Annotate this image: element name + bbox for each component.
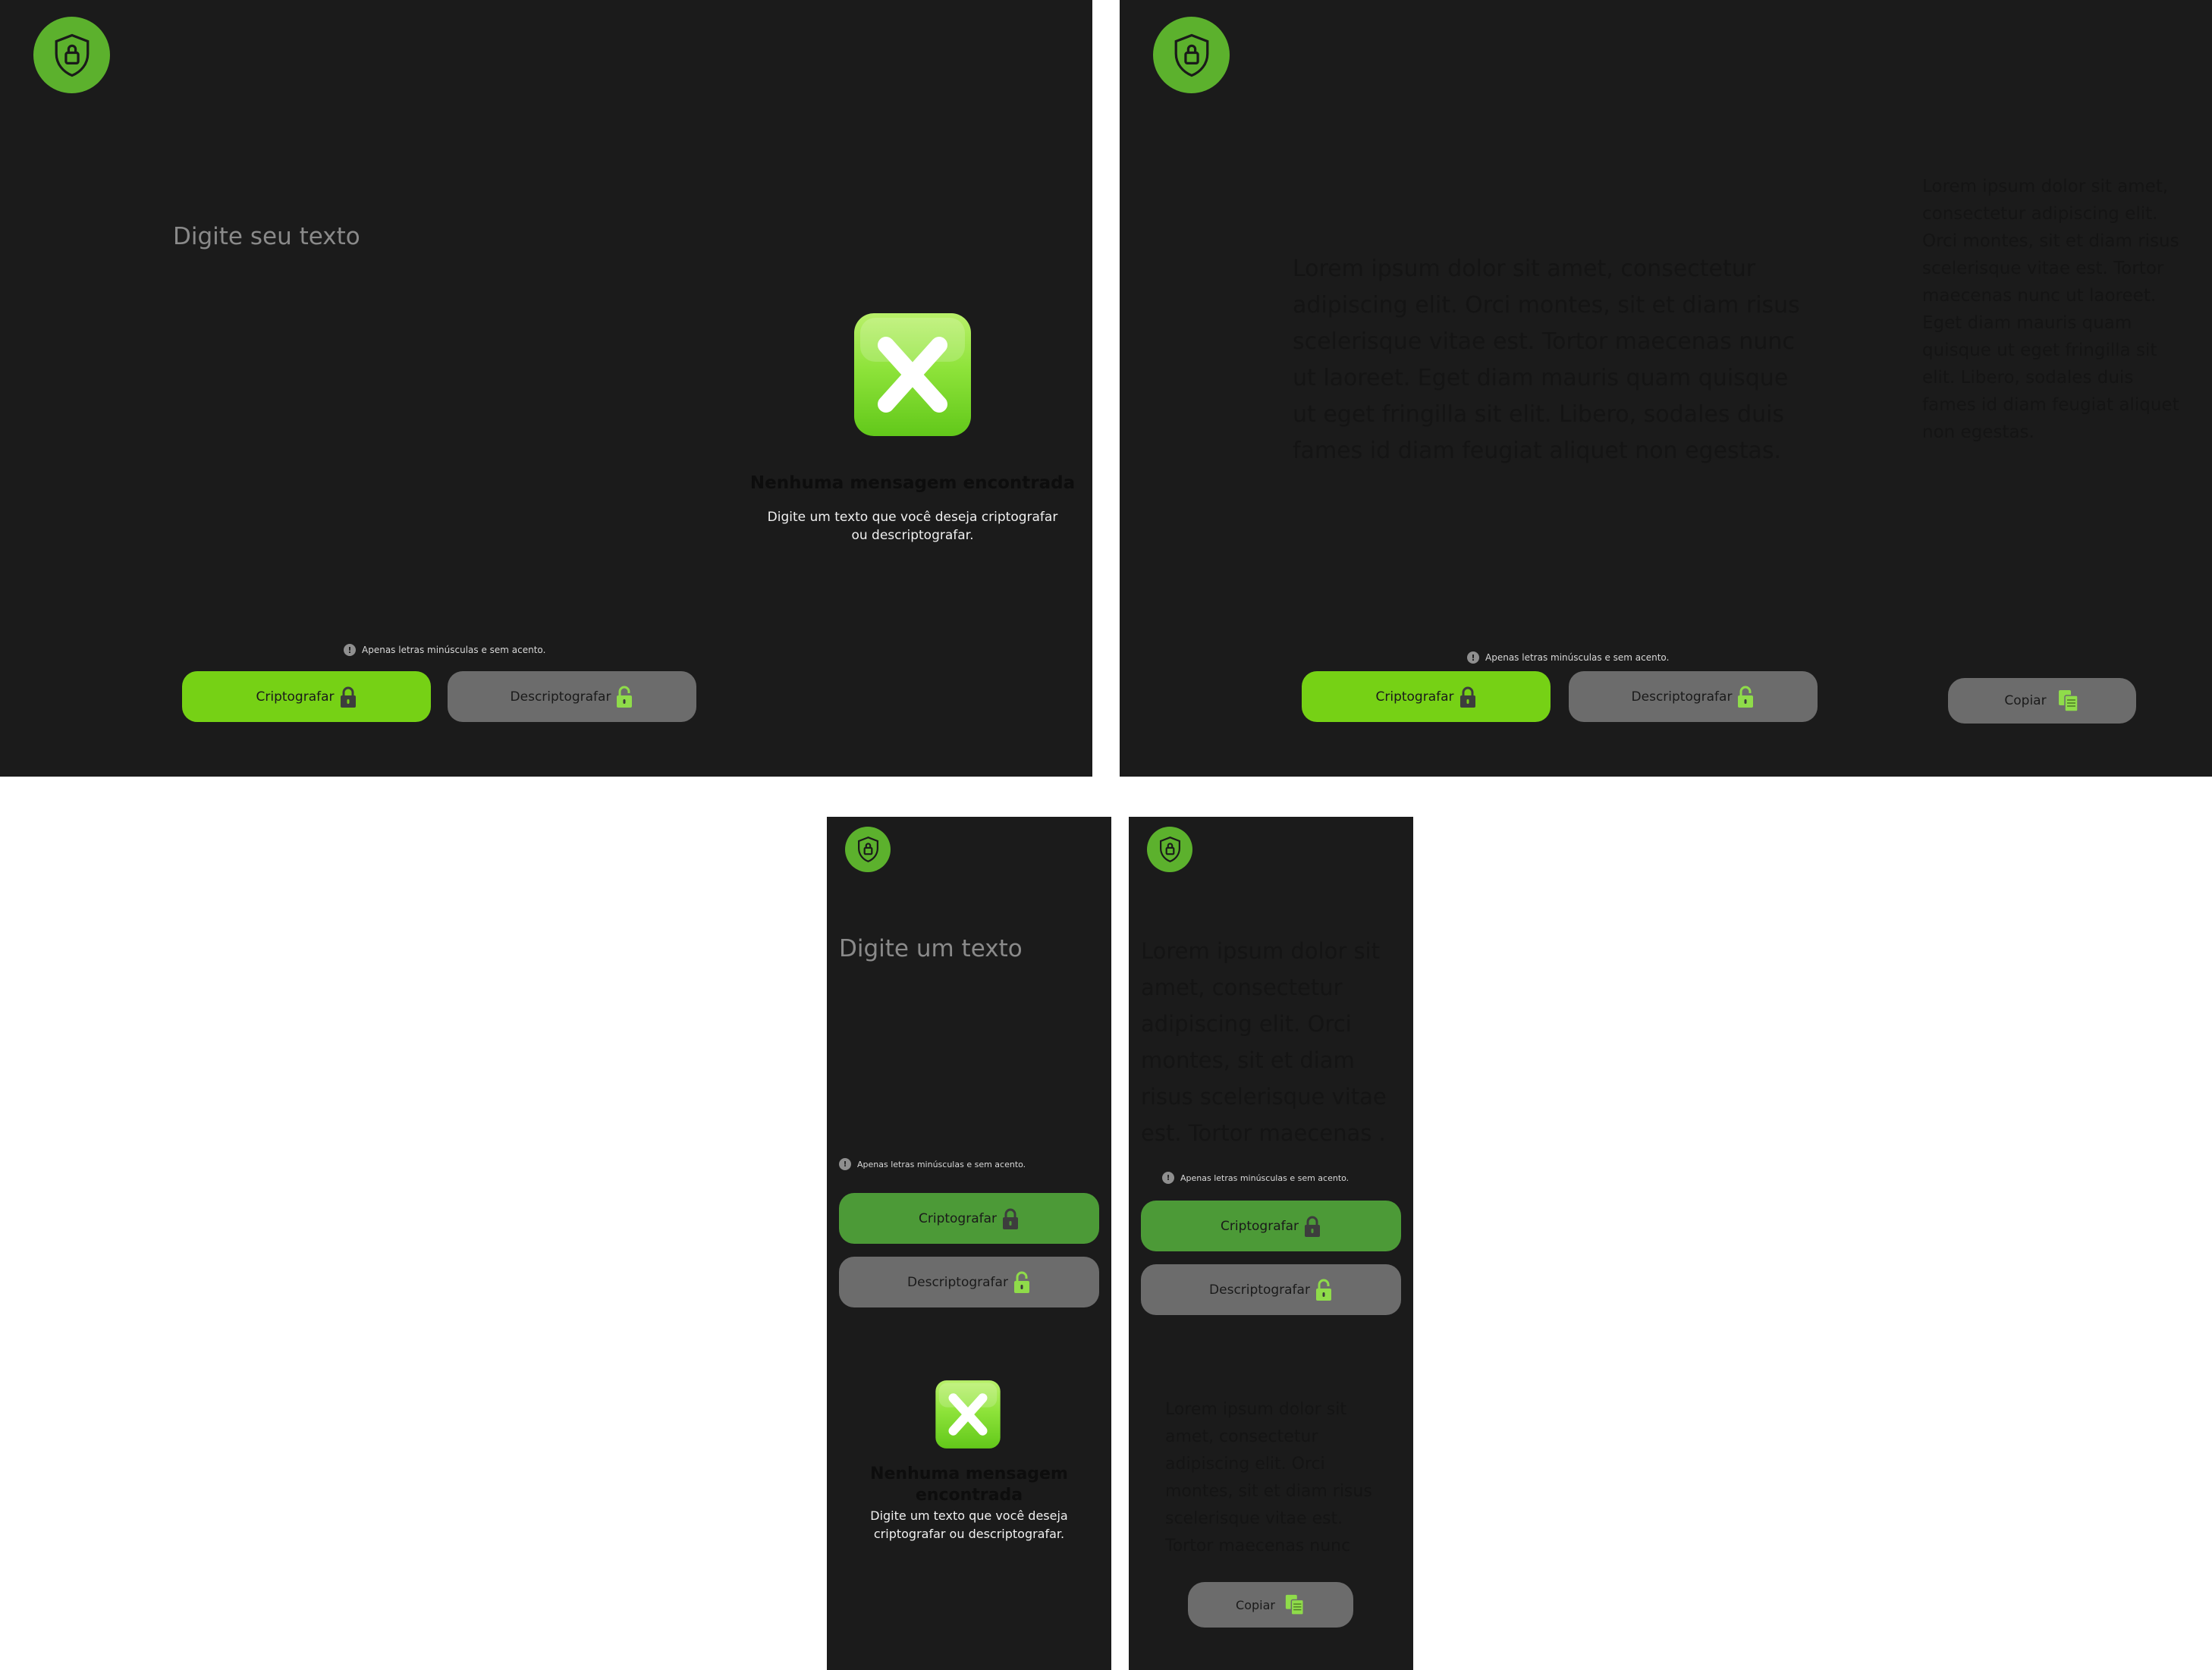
encrypt-label: Criptografar: [256, 689, 335, 705]
desktop-filled-frame: Lorem ipsum dolor sit amet, consectetur …: [1120, 0, 2212, 777]
lock-closed-icon: [1459, 686, 1475, 708]
hint-text: Apenas letras minúsculas e sem acento.: [362, 645, 546, 655]
copy-button[interactable]: Copiar: [1948, 678, 2136, 724]
input-placeholder: Digite seu texto: [173, 223, 360, 250]
lock-open-icon: [1315, 1279, 1331, 1301]
lock-closed-icon: [1305, 1216, 1321, 1237]
shield-lock-icon: [1159, 837, 1180, 862]
info-icon: !: [1467, 651, 1479, 664]
copy-button[interactable]: Copiar: [1188, 1582, 1353, 1628]
text-input[interactable]: Lorem ipsum dolor sit amet, consectetur …: [1293, 251, 1816, 469]
shield-lock-icon: [55, 33, 89, 77]
decrypt-label: Descriptografar: [510, 689, 611, 705]
shield-lock-icon: [1174, 33, 1208, 77]
hint: ! Apenas letras minúsculas e sem acento.: [344, 644, 545, 656]
encrypt-label: Criptografar: [1220, 1218, 1299, 1234]
empty-subtitle: Digite um texto que você deseja criptogr…: [767, 510, 1058, 543]
copy-label: Copiar: [2004, 693, 2047, 708]
hint-text: Apenas letras minúsculas e sem acento.: [1485, 652, 1670, 663]
mobile-empty-frame: Digite um texto ! Apenas letras minúscul…: [827, 817, 1111, 1670]
encrypt-button[interactable]: Criptografar: [1302, 671, 1551, 722]
info-icon: !: [344, 644, 356, 656]
hint: ! Apenas letras minúsculas e sem acento.: [1162, 1172, 1349, 1184]
text-input[interactable]: Digite um texto: [839, 935, 1023, 962]
encrypt-label: Criptografar: [918, 1210, 998, 1226]
logo[interactable]: [845, 827, 891, 872]
decrypt-label: Descriptografar: [907, 1274, 1008, 1290]
copy-label: Copiar: [1236, 1597, 1275, 1612]
encrypt-button[interactable]: Criptografar: [839, 1193, 1099, 1244]
lock-closed-icon: [1003, 1208, 1019, 1229]
lock-open-icon: [617, 686, 633, 708]
decrypt-label: Descriptografar: [1631, 689, 1733, 705]
shield-lock-icon: [857, 837, 878, 862]
input-placeholder: Digite um texto: [839, 935, 1023, 962]
encrypt-button[interactable]: Criptografar: [182, 671, 431, 722]
output-text: Lorem ipsum dolor sit amet, consectetur …: [1922, 177, 2179, 442]
decrypt-button[interactable]: Descriptografar: [448, 671, 696, 722]
info-icon: !: [1162, 1172, 1174, 1184]
decrypt-label: Descriptografar: [1209, 1282, 1310, 1298]
hint-text: Apenas letras minúsculas e sem acento.: [1180, 1172, 1350, 1183]
x-mark-icon: [935, 1380, 1001, 1449]
text-input[interactable]: Digite seu texto: [173, 223, 360, 250]
mobile-filled-frame: Lorem ipsum dolor sit amet, consectetur …: [1129, 817, 1413, 1670]
encrypt-button[interactable]: Criptografar: [1141, 1201, 1401, 1251]
hint: ! Apenas letras minúsculas e sem acento.: [839, 1158, 1026, 1170]
decrypt-button[interactable]: Descriptografar: [1569, 671, 1818, 722]
logo[interactable]: [1153, 17, 1230, 93]
output-text: Lorem ipsum dolor sit amet, consectetur …: [1165, 1400, 1372, 1555]
copy-documents-icon: [2058, 690, 2078, 712]
logo[interactable]: [1147, 827, 1192, 872]
desktop-empty-frame: Digite seu texto Nenhuma mensagem encont…: [0, 0, 1092, 777]
info-icon: !: [839, 1158, 851, 1170]
lock-open-icon: [1738, 686, 1754, 708]
empty-title: Nenhuma mensagem encontrada: [870, 1464, 1068, 1505]
hint-text: Apenas letras minúsculas e sem acento.: [857, 1159, 1026, 1169]
empty-subtitle: Digite um texto que você deseja criptogr…: [870, 1508, 1068, 1541]
logo[interactable]: [33, 17, 110, 93]
lock-closed-icon: [340, 686, 356, 708]
decrypt-button[interactable]: Descriptografar: [839, 1257, 1099, 1307]
x-mark-icon: [854, 313, 971, 436]
encrypt-label: Criptografar: [1375, 689, 1454, 705]
copy-documents-icon: [1285, 1594, 1304, 1615]
text-input[interactable]: Lorem ipsum dolor sit amet, consectetur …: [1141, 933, 1406, 1151]
decrypt-button[interactable]: Descriptografar: [1141, 1264, 1401, 1315]
empty-title: Nenhuma mensagem encontrada: [749, 473, 1076, 493]
hint: ! Apenas letras minúsculas e sem acento.: [1467, 651, 1669, 664]
lock-open-icon: [1013, 1271, 1029, 1293]
